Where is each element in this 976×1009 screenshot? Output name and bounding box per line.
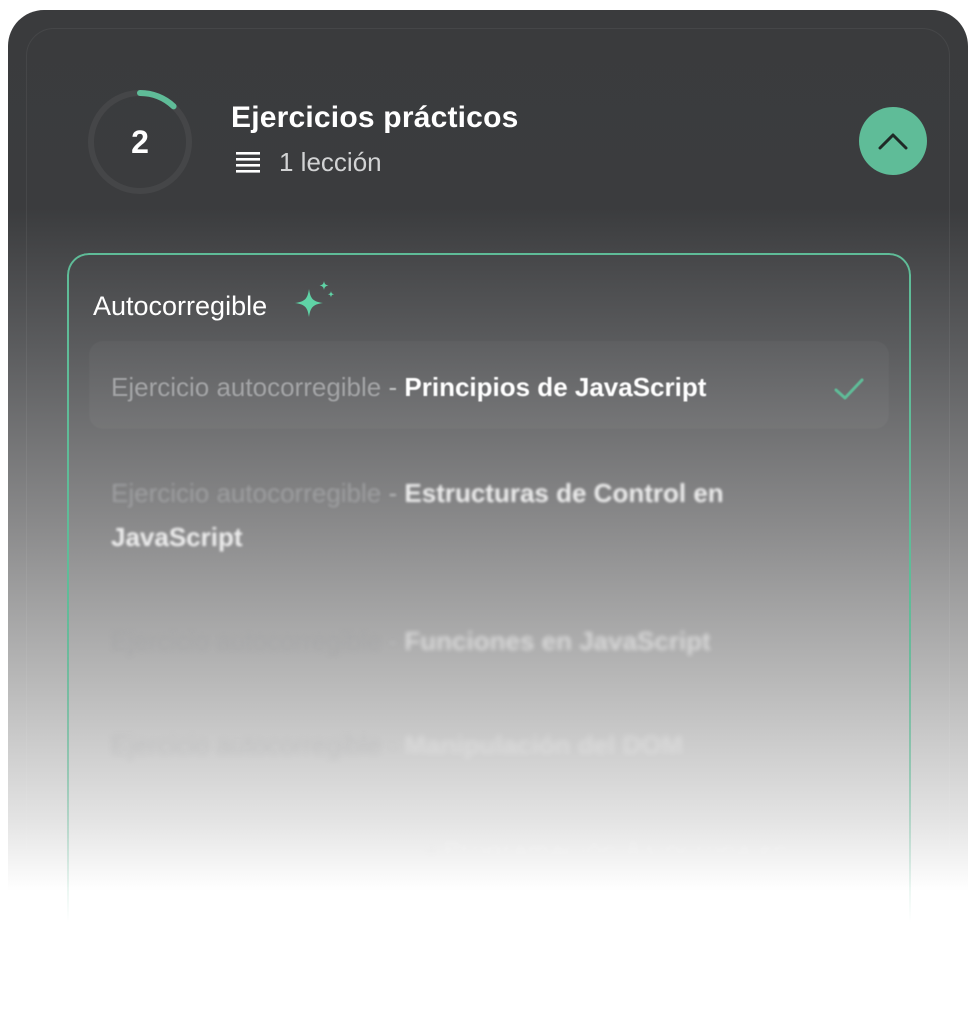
lesson-name: Funciones en JavaScript (404, 626, 711, 656)
check-icon (834, 378, 864, 400)
module-card-inner: 2 Ejercicios prácticos 1 lección Autocor… (26, 28, 950, 1000)
module-header[interactable]: 2 Ejercicios prácticos 1 lección (27, 29, 949, 229)
lesson-kind: Ejercicio autocorregible (111, 730, 382, 760)
lesson-kind: Ejercicio autocorregible (111, 478, 382, 508)
lesson-separator: - (388, 626, 398, 656)
module-title: Ejercicios prácticos (231, 101, 519, 134)
module-number: 2 (131, 123, 149, 160)
lesson-separator: - (388, 730, 398, 760)
lesson-item-programacion-asincrona[interactable]: - Programación Asíncrona en (89, 803, 889, 891)
collapse-button[interactable] (859, 107, 927, 175)
sparkle-icon (295, 281, 335, 317)
lesson-name: Programación Asíncrona en (442, 834, 789, 864)
lesson-separator: - (427, 834, 436, 864)
panel-title: Autocorregible (93, 290, 268, 321)
list-icon (236, 151, 260, 173)
chevron-up-icon (878, 133, 908, 150)
lesson-kind: Ejercicio autocorregible (111, 372, 382, 402)
lesson-name: Principios de JavaScript (404, 372, 707, 402)
panel-header: Autocorregible (93, 281, 337, 325)
module-card: 2 Ejercicios prácticos 1 lección Autocor… (8, 10, 968, 1000)
lesson-name: Manipulación del DOM (404, 730, 684, 760)
lesson-separator: - (388, 478, 398, 508)
lesson-item-estructuras-control[interactable]: Ejercicio autocorregible - Estructuras d… (89, 447, 889, 579)
lesson-item-principios-javascript[interactable]: Ejercicio autocorregible - Principios de… (89, 341, 889, 429)
module-meta: 1 lección (235, 147, 382, 178)
lesson-separator: - (388, 372, 398, 402)
lesson-kind: Ejercicio autocorregible (111, 626, 382, 656)
lesson-item-manipulacion-dom[interactable]: Ejercicio autocorregible - Manipulación … (89, 699, 889, 787)
lesson-item-funciones[interactable]: Ejercicio autocorregible - Funciones en … (89, 595, 889, 683)
lessons-panel: Autocorregible Ejercicio autocorregible … (67, 253, 911, 1000)
progress-ring: 2 (85, 87, 195, 197)
lesson-count: 1 lección (279, 147, 382, 177)
